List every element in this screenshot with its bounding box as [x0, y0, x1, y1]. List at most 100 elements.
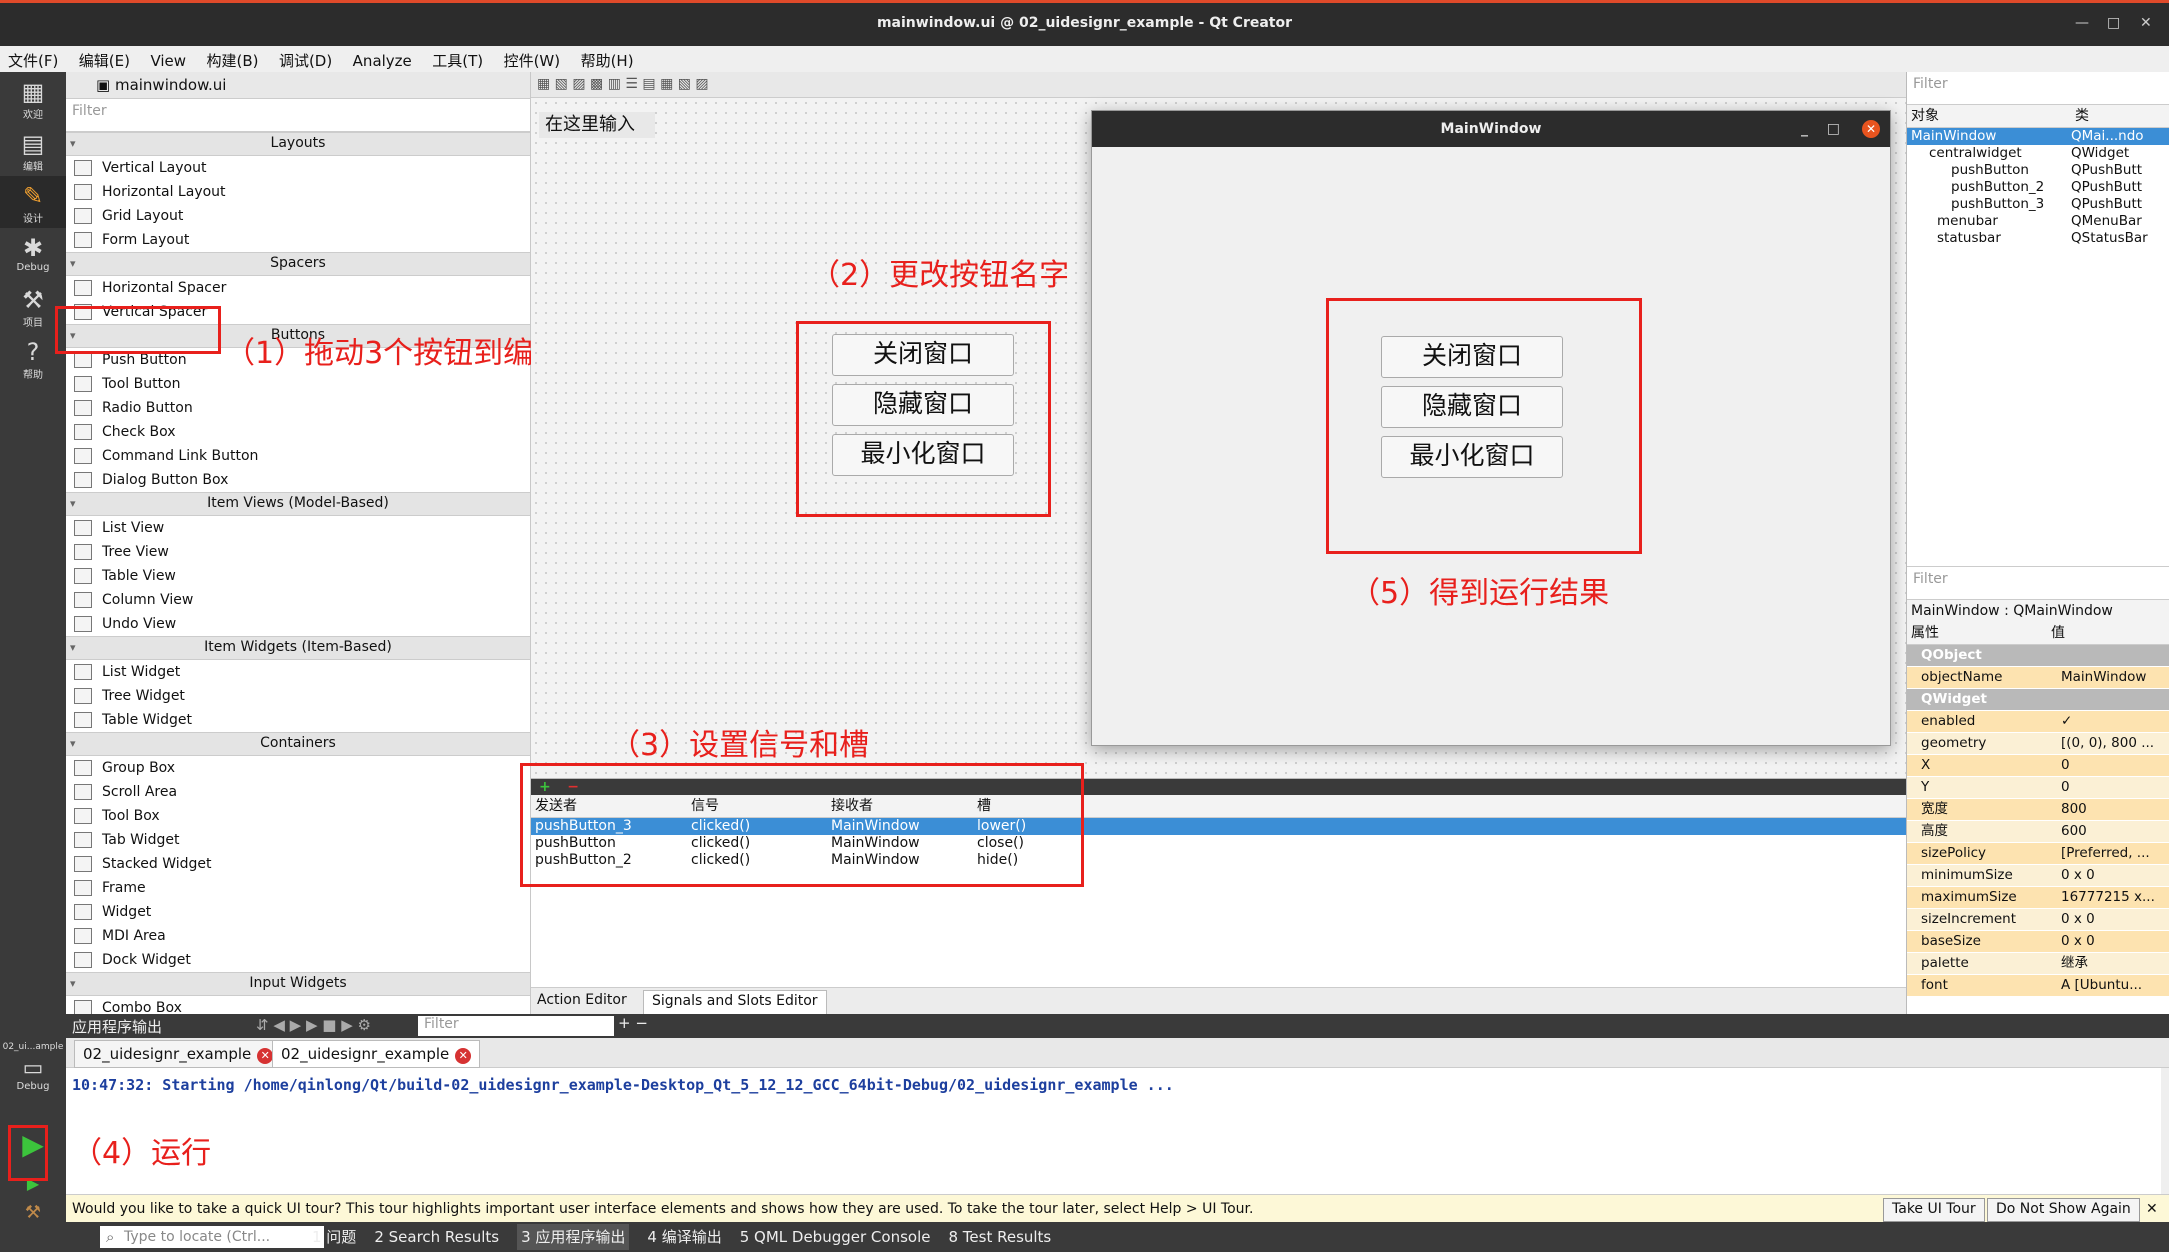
- property-row[interactable]: minimumSize 0 x 0: [1907, 865, 2169, 887]
- widget-category[interactable]: Item Widgets (Item-Based): [66, 636, 530, 660]
- object-row[interactable]: centralwidget QWidget: [1907, 145, 2169, 162]
- object-row[interactable]: pushButton_2 QPushButt: [1907, 179, 2169, 196]
- mode-edit[interactable]: ▤ 编辑: [0, 124, 66, 176]
- widget-category[interactable]: Layouts: [66, 132, 530, 156]
- status-tab[interactable]: 5 QML Debugger Console: [740, 1228, 931, 1246]
- widget-item[interactable]: Command Link Button: [66, 444, 530, 468]
- run-maximize-icon[interactable]: □: [1827, 111, 1840, 147]
- close-tab-icon[interactable]: ✕: [455, 1048, 472, 1064]
- widget-item[interactable]: Dock Widget: [66, 948, 530, 972]
- widget-item[interactable]: Tool Box: [66, 804, 530, 828]
- dismiss-tour-button[interactable]: Do Not Show Again: [1987, 1198, 2140, 1222]
- property-row[interactable]: maximumSize 16777215 x...: [1907, 887, 2169, 909]
- object-row[interactable]: MainWindow QMai...ndo: [1907, 128, 2169, 145]
- mode-debug[interactable]: ✱ Debug: [0, 228, 66, 280]
- menu-file[interactable]: 文件(F): [0, 46, 66, 71]
- widget-category[interactable]: Input Widgets: [66, 972, 530, 996]
- menu-analyze[interactable]: Analyze: [345, 48, 420, 70]
- run-close-icon[interactable]: ✕: [1862, 120, 1880, 138]
- widget-item[interactable]: Horizontal Spacer: [66, 276, 530, 300]
- menu-help[interactable]: 帮助(H): [573, 46, 642, 71]
- locator-input[interactable]: Type to locate (Ctrl...: [100, 1226, 324, 1248]
- kit-selector[interactable]: 02_ui...ample ▭ Debug: [0, 1040, 66, 1110]
- property-row[interactable]: geometry [(0, 0), 800 ...: [1907, 733, 2169, 755]
- widget-item[interactable]: Column View: [66, 588, 530, 612]
- widget-item[interactable]: MDI Area: [66, 924, 530, 948]
- property-row[interactable]: X0: [1907, 755, 2169, 777]
- widget-category[interactable]: Containers: [66, 732, 530, 756]
- annotation-step4: （4）运行: [72, 1136, 212, 1171]
- status-tab[interactable]: 2 Search Results: [374, 1228, 499, 1246]
- add-icon[interactable]: + −: [618, 1014, 648, 1032]
- run-minimize-icon[interactable]: _: [1801, 111, 1808, 147]
- widget-item[interactable]: Tab Widget: [66, 828, 530, 852]
- widget-item[interactable]: Widget: [66, 900, 530, 924]
- menu-debug[interactable]: 调试(D): [271, 46, 340, 71]
- widget-item[interactable]: Check Box: [66, 420, 530, 444]
- tab-action-editor[interactable]: Action Editor: [537, 992, 627, 1008]
- property-row[interactable]: sizeIncrement 0 x 0: [1907, 909, 2169, 931]
- property-row[interactable]: palette 继承: [1907, 953, 2169, 975]
- file-tab[interactable]: ▣ mainwindow.ui: [66, 72, 530, 99]
- widget-filter-input[interactable]: Filter: [66, 99, 530, 132]
- status-tab[interactable]: 4 编译输出: [647, 1228, 721, 1246]
- property-row[interactable]: font A [Ubuntu...: [1907, 975, 2169, 997]
- widget-item[interactable]: Frame: [66, 876, 530, 900]
- property-row[interactable]: sizePolicy [Preferred, ...: [1907, 843, 2169, 865]
- widget-item[interactable]: Table View: [66, 564, 530, 588]
- property-filter-input[interactable]: Filter: [1907, 566, 2169, 600]
- property-row[interactable]: 宽度 800: [1907, 799, 2169, 821]
- minimize-icon[interactable]: —: [2075, 15, 2089, 31]
- widget-item[interactable]: Tree View: [66, 540, 530, 564]
- widget-category[interactable]: Item Views (Model-Based): [66, 492, 530, 516]
- menu-tools[interactable]: 工具(T): [424, 46, 491, 71]
- object-row[interactable]: statusbar QStatusBar: [1907, 230, 2169, 247]
- widget-item[interactable]: Group Box: [66, 756, 530, 780]
- widget-item[interactable]: Horizontal Layout: [66, 180, 530, 204]
- mode-welcome[interactable]: ▦ 欢迎: [0, 72, 66, 124]
- status-tab[interactable]: 1 问题: [312, 1228, 356, 1246]
- output-tab-1[interactable]: 02_uidesignr_example ✕: [74, 1040, 283, 1068]
- widget-category[interactable]: Spacers: [66, 252, 530, 276]
- property-row[interactable]: enabled ✓: [1907, 711, 2169, 733]
- widget-item[interactable]: List View: [66, 516, 530, 540]
- mode-design[interactable]: ✎ 设计: [0, 176, 66, 228]
- widget-item[interactable]: Undo View: [66, 612, 530, 636]
- object-row[interactable]: pushButton QPushButt: [1907, 162, 2169, 179]
- status-tab[interactable]: 8 Test Results: [948, 1228, 1051, 1246]
- status-tab[interactable]: 3 应用程序输出: [517, 1224, 630, 1250]
- widget-item[interactable]: Dialog Button Box: [66, 468, 530, 492]
- widget-item[interactable]: Radio Button: [66, 396, 530, 420]
- menu-edit[interactable]: 编辑(E): [71, 46, 138, 71]
- output-tab-2[interactable]: 02_uidesignr_example ✕: [272, 1040, 481, 1068]
- property-row[interactable]: baseSize 0 x 0: [1907, 931, 2169, 953]
- tour-close-icon[interactable]: ✕: [2146, 1195, 2158, 1223]
- menu-build[interactable]: 构建(B): [199, 46, 267, 71]
- widget-item[interactable]: List Widget: [66, 660, 530, 684]
- widget-item[interactable]: Form Layout: [66, 228, 530, 252]
- property-row[interactable]: Y0: [1907, 777, 2169, 799]
- menu-widgets[interactable]: 控件(W): [496, 46, 569, 71]
- object-row[interactable]: menubar QMenuBar: [1907, 213, 2169, 230]
- output-line: 10:47:32: Starting /home/qinlong/Qt/buil…: [72, 1076, 1174, 1094]
- widget-item[interactable]: Vertical Layout: [66, 156, 530, 180]
- take-tour-button[interactable]: Take UI Tour: [1883, 1198, 1985, 1222]
- maximize-icon[interactable]: □: [2107, 15, 2120, 31]
- widget-item[interactable]: Grid Layout: [66, 204, 530, 228]
- close-tab-icon[interactable]: ✕: [257, 1048, 274, 1064]
- property-row[interactable]: objectName MainWindow: [1907, 667, 2169, 689]
- property-row[interactable]: 高度 600: [1907, 821, 2169, 843]
- menubar-type-here[interactable]: 在这里输入: [539, 112, 655, 138]
- menu-view[interactable]: View: [142, 48, 194, 70]
- widget-item[interactable]: Tool Button: [66, 372, 530, 396]
- output-controls-icon[interactable]: ⇵ ◀ ▶ ▶ ■ ▶ ⚙: [256, 1016, 371, 1034]
- widget-item[interactable]: Tree Widget: [66, 684, 530, 708]
- output-filter-input[interactable]: Filter: [418, 1016, 614, 1036]
- object-filter-input[interactable]: Filter: [1907, 72, 2169, 105]
- widget-item[interactable]: Stacked Widget: [66, 852, 530, 876]
- close-icon[interactable]: ✕: [2140, 15, 2152, 31]
- layout-tools-icon[interactable]: ▦ ▧ ▨ ▩ ▥ ☰ ▤ ▦ ▧ ▨: [537, 76, 709, 92]
- widget-item[interactable]: Table Widget: [66, 708, 530, 732]
- object-row[interactable]: pushButton_3 QPushButt: [1907, 196, 2169, 213]
- widget-item[interactable]: Scroll Area: [66, 780, 530, 804]
